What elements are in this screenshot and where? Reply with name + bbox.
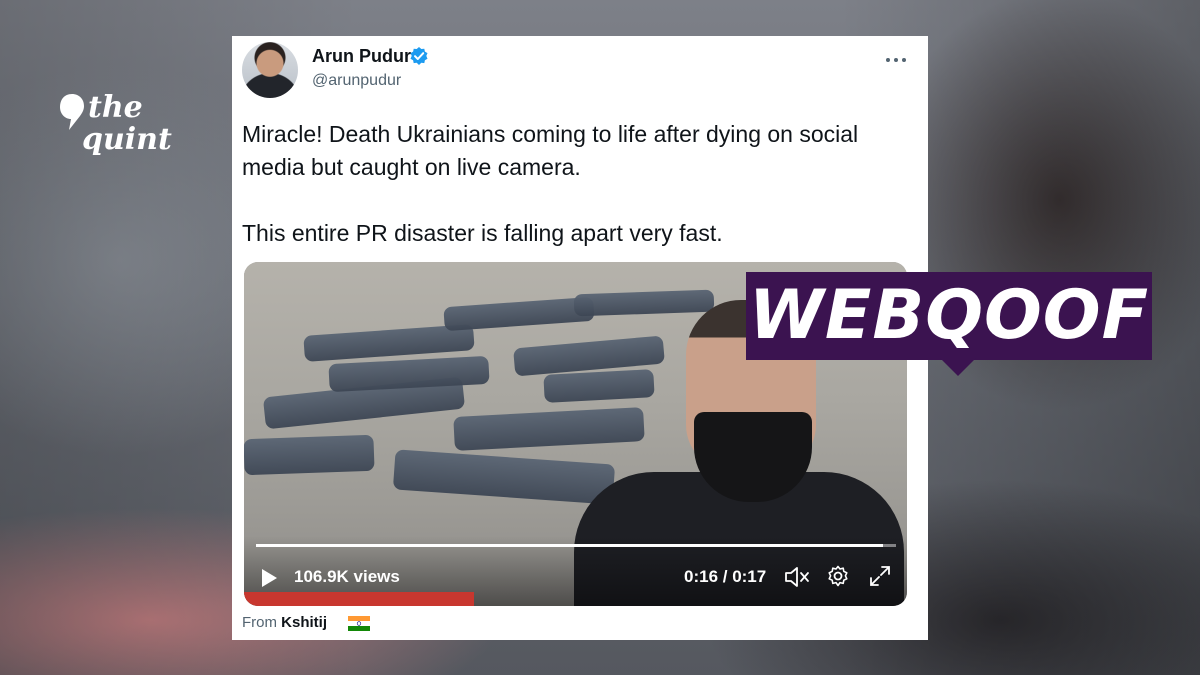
logo-text-the: the [88, 90, 143, 125]
webqoof-label-text: WEBQOOF [748, 276, 1150, 355]
tweet-header: Arun Pudur @arunpudur [232, 36, 928, 106]
news-lower-third [244, 592, 474, 606]
settings-gear-icon[interactable] [826, 564, 850, 588]
volume-muted-icon[interactable] [784, 566, 810, 588]
tweet-text: Miracle! Death Ukrainians coming to life… [242, 118, 918, 250]
tweet-text-paragraph-1: Miracle! Death Ukrainians coming to life… [242, 121, 859, 180]
more-options-icon[interactable] [884, 54, 908, 66]
logo-text-quint: quint [82, 122, 172, 157]
video-scene-object [244, 434, 375, 476]
user-handle[interactable]: @arunpudur [312, 72, 401, 90]
source-prefix: From [242, 614, 277, 631]
webqoof-label-pointer [940, 358, 976, 376]
webqoof-label: WEBQOOF [746, 272, 1152, 360]
avatar[interactable] [242, 42, 298, 98]
video-time: 0:16 / 0:17 [684, 567, 767, 586]
tweet-source: From Kshitij [242, 614, 327, 631]
view-count: 106.9K views [294, 567, 400, 586]
video-progress-bar[interactable] [256, 544, 896, 547]
source-name[interactable]: Kshitij [281, 614, 327, 631]
tweet-text-paragraph-2: This entire PR disaster is falling apart… [242, 220, 723, 246]
the-quint-logo: the quint [58, 90, 188, 170]
fullscreen-icon[interactable] [868, 564, 892, 588]
verified-badge-icon [410, 47, 428, 65]
play-icon[interactable] [260, 568, 278, 588]
user-name[interactable]: Arun Pudur [312, 46, 411, 67]
india-flag-icon [348, 616, 370, 631]
video-progress-fill [256, 544, 884, 547]
